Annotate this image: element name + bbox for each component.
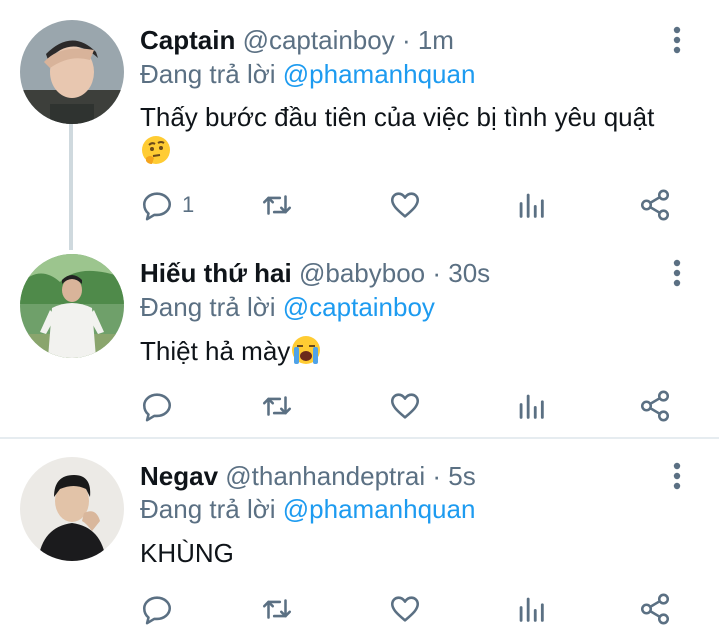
reply-icon — [142, 393, 172, 422]
like-button[interactable] — [388, 386, 422, 426]
reply-button[interactable] — [140, 386, 182, 426]
retweet-icon — [262, 599, 292, 619]
analytics-icon — [519, 597, 544, 622]
tweet-text: Thấy bước đầu tiên của việc bị tình yêu … — [140, 100, 700, 168]
display-name[interactable]: Negav — [140, 461, 218, 491]
share-icon — [640, 189, 670, 221]
replying-prefix: Đang trả lời — [140, 292, 283, 322]
tweet-header: Captain @captainboy · 1m — [140, 25, 454, 55]
separator-dot: · — [394, 25, 418, 55]
loudly-crying-face-icon — [292, 336, 321, 364]
replying-to: Đang trả lời @captainboy — [140, 292, 435, 322]
mention-link[interactable]: @phamanhquan — [283, 494, 476, 524]
like-button[interactable] — [388, 589, 422, 629]
tweet-negav[interactable]: Negav @thanhandeptrai · 5s Đang trả lời … — [0, 439, 719, 639]
retweet-icon — [262, 396, 292, 416]
avatar[interactable] — [20, 20, 124, 124]
retweet-icon — [262, 195, 292, 215]
display-name[interactable]: Captain — [140, 25, 235, 55]
separator-dot: · — [425, 461, 449, 491]
username[interactable]: @thanhandeptrai — [225, 461, 425, 491]
thinking-face-icon — [142, 136, 170, 164]
mention-link[interactable]: @captainboy — [283, 292, 435, 322]
mention-link[interactable]: @phamanhquan — [283, 59, 476, 89]
tweet-actions — [140, 386, 690, 426]
timestamp[interactable]: 5s — [448, 461, 475, 491]
tweet-header: Negav @thanhandeptrai · 5s — [140, 461, 476, 491]
analytics-icon — [519, 394, 544, 419]
analytics-button[interactable] — [514, 386, 548, 426]
share-button[interactable] — [638, 589, 672, 629]
reply-icon — [142, 596, 172, 625]
retweet-button[interactable] — [260, 185, 294, 225]
retweet-button[interactable] — [260, 386, 294, 426]
thread-line — [69, 124, 73, 250]
reply-button[interactable]: 1 — [140, 185, 194, 225]
heart-icon — [390, 393, 420, 419]
tweet-text: Thiệt hả mày — [140, 334, 700, 368]
tweet-text: KHÙNG — [140, 536, 700, 570]
tweet-actions — [140, 589, 690, 629]
replying-to: Đang trả lời @phamanhquan — [140, 494, 475, 524]
avatar[interactable] — [20, 457, 124, 561]
more-vertical-icon[interactable] — [662, 253, 692, 293]
analytics-button[interactable] — [514, 185, 548, 225]
reply-count: 1 — [182, 192, 195, 217]
replying-to: Đang trả lời @phamanhquan — [140, 59, 475, 89]
like-button[interactable] — [388, 185, 422, 225]
analytics-icon — [519, 193, 544, 218]
username[interactable]: @captainboy — [243, 25, 395, 55]
timestamp[interactable]: 1m — [418, 25, 454, 55]
separator-dot: · — [425, 258, 449, 288]
display-name[interactable]: Hiếu thứ hai — [140, 258, 292, 288]
reply-button[interactable] — [140, 589, 182, 629]
tweet-hieu[interactable]: Hiếu thứ hai @babyboo · 30s Đang trả lời… — [0, 236, 719, 436]
more-vertical-icon[interactable] — [662, 20, 692, 60]
username[interactable]: @babyboo — [299, 258, 425, 288]
tweet-captain[interactable]: Captain @captainboy · 1m Đang trả lời @p… — [0, 0, 719, 250]
share-button[interactable] — [638, 386, 672, 426]
tweet-text-line: Thấy bước đầu tiên của việc bị tình yêu … — [140, 102, 655, 132]
heart-icon — [390, 596, 420, 622]
tweet-text-line: KHÙNG — [140, 538, 234, 568]
tweet-actions: 1 — [140, 185, 690, 225]
reply-icon — [142, 192, 172, 221]
avatar[interactable] — [20, 254, 124, 358]
analytics-button[interactable] — [514, 589, 548, 629]
tweet-header: Hiếu thứ hai @babyboo · 30s — [140, 258, 490, 288]
share-icon — [640, 593, 670, 625]
replying-prefix: Đang trả lời — [140, 494, 283, 524]
retweet-button[interactable] — [260, 589, 294, 629]
tweet-text-line: Thiệt hả mày — [140, 336, 291, 366]
more-vertical-icon[interactable] — [662, 456, 692, 496]
timestamp[interactable]: 30s — [448, 258, 490, 288]
share-button[interactable] — [638, 185, 672, 225]
share-icon — [640, 390, 670, 422]
replying-prefix: Đang trả lời — [140, 59, 283, 89]
heart-icon — [390, 192, 420, 218]
